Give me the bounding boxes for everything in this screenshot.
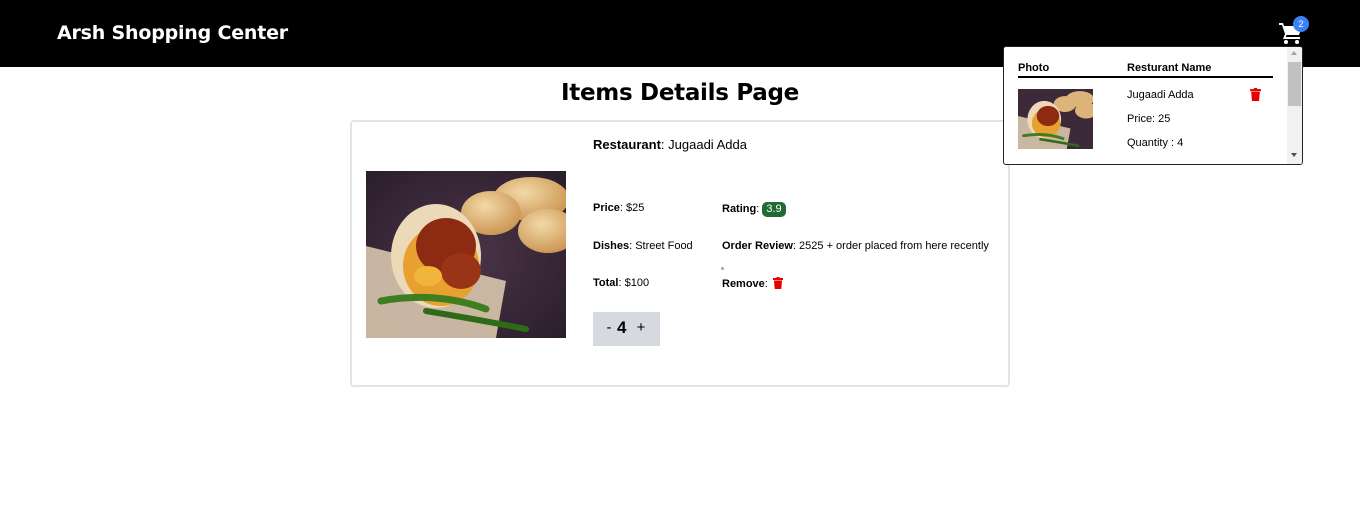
trash-icon[interactable]	[772, 277, 783, 289]
remove-field: Remove:	[722, 277, 783, 290]
trash-icon[interactable]	[1250, 88, 1261, 101]
divider-dot	[721, 267, 724, 270]
quantity-stepper: - 4 +	[593, 312, 660, 346]
cart-item-quantity: Quantity : 4	[1127, 137, 1184, 149]
column-header-restaurant-name: Resturant Name	[1127, 62, 1212, 74]
cart-count-badge: 2	[1293, 16, 1309, 32]
cart-scrollbar[interactable]	[1287, 47, 1302, 164]
restaurant-name: Jugaadi Adda	[668, 137, 747, 152]
column-header-photo: Photo	[1018, 62, 1050, 74]
item-detail-card: Restaurant: Jugaadi Adda Price: $25 Rati…	[350, 120, 1010, 387]
quantity-increment-button[interactable]: +	[634, 319, 648, 336]
total-label: Total	[593, 277, 619, 289]
price-value: $25	[626, 202, 645, 214]
cart-table-header: Photo Resturant Name	[1018, 62, 1273, 78]
order-review-value: 2525 + order placed from here recently	[799, 240, 989, 252]
order-review-label: Order Review	[722, 240, 793, 252]
remove-label: Remove	[722, 278, 765, 290]
dishes-label: Dishes	[593, 240, 630, 252]
dishes-field: Dishes: Street Food	[593, 240, 693, 252]
scroll-thumb[interactable]	[1288, 62, 1301, 106]
total-field: Total: $100	[593, 277, 650, 289]
food-image	[366, 171, 566, 338]
rating-field: Rating: 3.9	[722, 202, 786, 217]
quantity-decrement-button[interactable]: -	[602, 319, 616, 336]
brand-title[interactable]: Arsh Shopping Center	[57, 22, 288, 44]
cart-item-name: Jugaadi Adda	[1127, 89, 1194, 101]
cart-button[interactable]: 2	[1277, 16, 1309, 48]
scroll-down-arrow-icon[interactable]	[1291, 153, 1297, 157]
rating-label: Rating	[722, 203, 757, 215]
cart-item-photo	[1018, 89, 1093, 149]
restaurant-label: Restaurant	[593, 137, 661, 152]
restaurant-field: Restaurant: Jugaadi Adda	[593, 137, 747, 152]
quantity-value: 4	[617, 318, 627, 337]
dishes-value: Street Food	[635, 240, 693, 252]
scroll-up-arrow-icon[interactable]	[1291, 51, 1297, 55]
total-value: $100	[624, 277, 650, 289]
cart-item-price: Price: 25	[1127, 113, 1171, 125]
price-field: Price: $25	[593, 202, 645, 214]
order-review-field: Order Review: 2525 + order placed from h…	[722, 240, 989, 252]
cart-dropdown: Photo Resturant Name Jugaadi Adda Price:…	[1003, 46, 1303, 165]
rating-badge: 3.9	[762, 202, 786, 217]
price-label: Price	[593, 202, 620, 214]
